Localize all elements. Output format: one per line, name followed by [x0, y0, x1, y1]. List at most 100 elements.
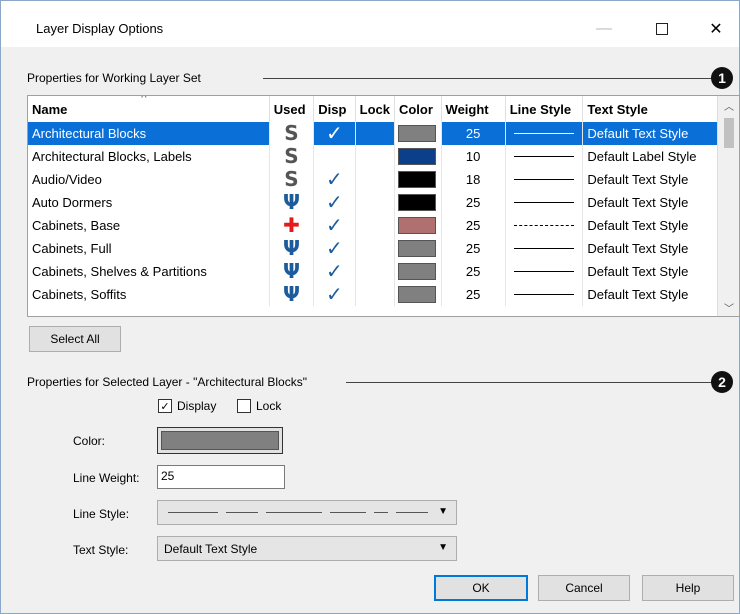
table-row[interactable]: Cabinets, Base ✚ ✓ 25 Default Text Style — [28, 214, 718, 237]
table-vertical-scrollbar[interactable]: ︿ ﹀ — [717, 96, 739, 316]
lock-cell[interactable] — [355, 191, 395, 214]
layer-name: Auto Dormers — [28, 191, 270, 214]
text-style-label: Text Style: — [73, 543, 129, 557]
disp-cell[interactable]: ✓ — [313, 260, 356, 283]
help-button[interactable]: Help — [642, 575, 734, 601]
color-cell[interactable] — [394, 191, 442, 214]
s-icon: S — [284, 122, 299, 145]
used-cell: Ψ — [269, 191, 315, 214]
lock-cell[interactable] — [355, 214, 395, 237]
chevron-down-icon: ▼ — [438, 542, 448, 553]
disp-cell[interactable]: ✓ — [313, 283, 356, 306]
maximize-button[interactable] — [639, 15, 685, 43]
group-divider — [263, 78, 713, 79]
ok-button[interactable]: OK — [434, 575, 528, 601]
select-all-button[interactable]: Select All — [29, 326, 121, 352]
line-style-label: Line Style: — [73, 507, 130, 521]
table-row[interactable]: Cabinets, Shelves & Partitions Ψ ✓ 25 Defaul… — [28, 260, 718, 283]
line-style-sample — [513, 248, 574, 249]
layer-name: Cabinets, Soffits — [28, 283, 270, 306]
lock-checkbox[interactable] — [237, 399, 251, 413]
column-header-line-style[interactable]: Line Style — [505, 96, 584, 122]
used-cell: ✚ — [269, 214, 315, 237]
text-style-value: Default Text Style — [164, 541, 258, 556]
used-cell: S — [269, 145, 315, 168]
column-header-weight[interactable]: Weight — [441, 96, 506, 122]
line-weight-label: Line Weight: — [73, 471, 140, 485]
line-style-sample — [513, 294, 574, 295]
disp-cell[interactable]: ✓ — [313, 191, 356, 214]
checkmark-icon: ✓ — [326, 214, 343, 237]
line-style-sample — [513, 271, 574, 272]
column-header-name[interactable]: Name ^ — [28, 96, 270, 122]
color-swatch — [397, 240, 436, 257]
column-header-text-style[interactable]: Text Style — [582, 96, 718, 122]
weight-cell: 18 — [441, 168, 506, 191]
color-cell[interactable] — [394, 168, 442, 191]
color-swatch — [397, 171, 436, 188]
checkmark-icon: ✓ — [326, 122, 343, 145]
column-header-used[interactable]: Used — [269, 96, 315, 122]
table-row[interactable]: Audio/Video S ✓ 18 Default Text Style — [28, 168, 718, 191]
weight-cell: 25 — [441, 122, 506, 145]
display-checkbox-row[interactable]: ✓ Display — [158, 399, 216, 413]
table-row[interactable]: Architectural Blocks S ✓ 25 Default Text Sty… — [28, 122, 718, 145]
tool-icon: Ψ — [282, 237, 300, 260]
table-row[interactable]: Auto Dormers Ψ ✓ 25 Default Text Style — [28, 191, 718, 214]
table-row[interactable]: Cabinets, Soffits Ψ ✓ 25 Default Text Style — [28, 283, 718, 306]
disp-cell[interactable]: ✓ — [313, 237, 356, 260]
minimize-button[interactable]: — — [581, 15, 627, 43]
column-header-lock[interactable]: Lock — [355, 96, 395, 122]
text-style-cell: Default Text Style — [582, 237, 718, 260]
line-style-cell — [505, 260, 584, 283]
text-style-cell: Default Text Style — [582, 122, 718, 145]
color-cell[interactable] — [394, 122, 442, 145]
lock-checkbox-row[interactable]: Lock — [237, 399, 281, 413]
tool-icon: Ψ — [282, 283, 300, 306]
s-icon: S — [284, 145, 299, 168]
text-style-select[interactable]: Default Text Style ▼ — [157, 536, 457, 561]
layers-grid: Name ^ Used Disp Lock Color Weight Line S… — [28, 96, 718, 306]
checkmark-icon: ✓ — [326, 191, 343, 214]
checkmark-icon: ✓ — [326, 260, 343, 283]
scroll-down-icon[interactable]: ﹀ — [718, 298, 739, 316]
column-header-disp[interactable]: Disp — [313, 96, 356, 122]
display-checkbox[interactable]: ✓ — [158, 399, 172, 413]
column-header-color[interactable]: Color — [394, 96, 442, 122]
scroll-thumb[interactable] — [724, 118, 734, 148]
layer-name: Architectural Blocks, Labels — [28, 145, 270, 168]
line-style-cell — [505, 145, 584, 168]
lock-cell[interactable] — [355, 122, 395, 145]
color-cell[interactable] — [394, 214, 442, 237]
cancel-button[interactable]: Cancel — [538, 575, 630, 601]
line-style-select[interactable]: ▼ — [157, 500, 457, 525]
line-style-sample — [513, 156, 574, 157]
color-cell[interactable] — [394, 237, 442, 260]
disp-cell[interactable]: ✓ — [313, 214, 356, 237]
group-divider — [346, 382, 713, 383]
color-picker-button[interactable] — [157, 427, 283, 454]
working-layer-set-label: Properties for Working Layer Set — [27, 71, 205, 85]
table-row[interactable]: Architectural Blocks, Labels S 10 Default L… — [28, 145, 718, 168]
tool-icon: Ψ — [282, 260, 300, 283]
lock-cell[interactable] — [355, 145, 395, 168]
lock-cell[interactable] — [355, 237, 395, 260]
lock-cell[interactable] — [355, 283, 395, 306]
layer-name: Cabinets, Shelves & Partitions — [28, 260, 270, 283]
table-row[interactable]: Cabinets, Full Ψ ✓ 25 Default Text Style — [28, 237, 718, 260]
close-button[interactable]: ✕ — [693, 15, 739, 43]
lock-cell[interactable] — [355, 260, 395, 283]
layer-display-options-dialog: Layer Display Options — ✕ Properties for… — [0, 0, 740, 614]
color-swatch — [397, 263, 436, 280]
disp-cell[interactable]: ✓ — [313, 122, 356, 145]
color-cell[interactable] — [394, 260, 442, 283]
used-cell: S — [269, 122, 315, 145]
color-swatch — [397, 217, 436, 234]
disp-cell[interactable]: ✓ — [313, 168, 356, 191]
lock-cell[interactable] — [355, 168, 395, 191]
color-cell[interactable] — [394, 145, 442, 168]
line-weight-input[interactable]: 25 — [157, 465, 285, 489]
scroll-up-icon[interactable]: ︿ — [718, 96, 739, 114]
color-cell[interactable] — [394, 283, 442, 306]
disp-cell[interactable] — [313, 145, 356, 168]
